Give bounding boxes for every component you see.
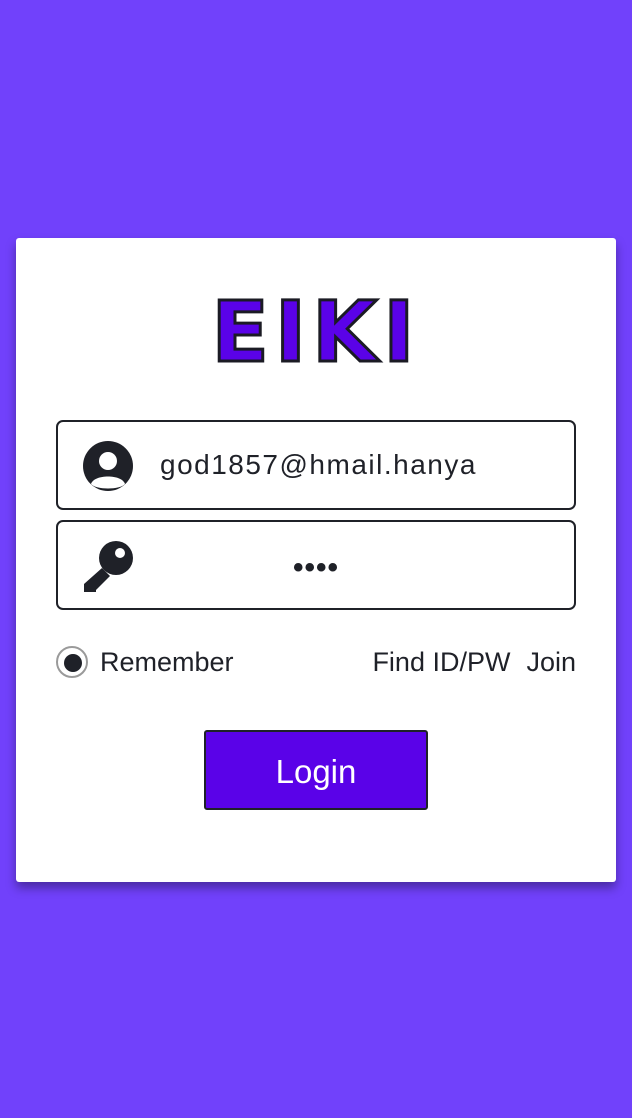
account-links: Find ID/PW Join — [372, 644, 576, 680]
password-input[interactable]: •••• — [160, 522, 472, 608]
user-circle-icon — [82, 440, 134, 492]
remember-radio[interactable] — [56, 646, 88, 678]
password-field[interactable]: •••• — [56, 520, 576, 610]
app-logo: EIKI — [210, 283, 421, 382]
remember-option[interactable]: Remember — [56, 644, 234, 680]
username-field[interactable] — [56, 420, 576, 510]
login-button[interactable]: Login — [204, 730, 428, 810]
join-link[interactable]: Join — [526, 647, 576, 678]
key-icon — [82, 540, 134, 592]
username-input[interactable] — [160, 422, 560, 508]
remember-label: Remember — [100, 646, 234, 677]
find-id-pw-link[interactable]: Find ID/PW — [372, 647, 510, 678]
